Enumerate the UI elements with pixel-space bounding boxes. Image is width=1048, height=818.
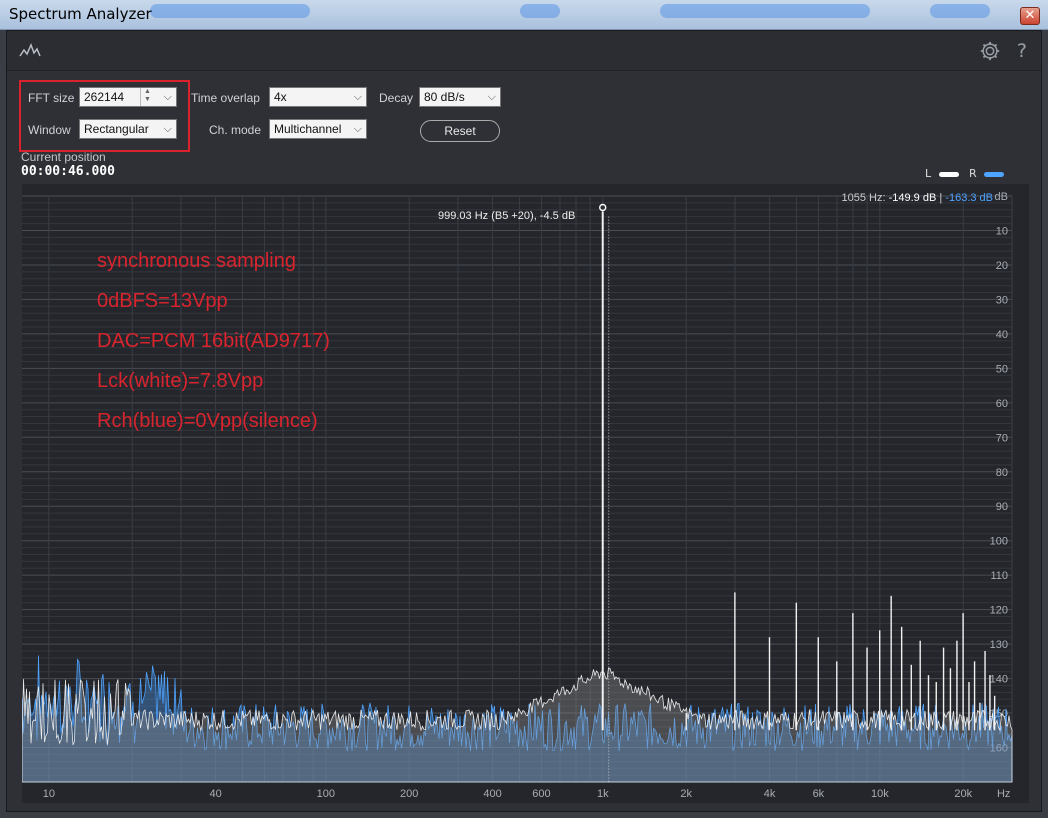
waveform-logo-icon — [19, 43, 41, 57]
x-tick-label: Hz — [997, 788, 1010, 800]
x-tick-label: 10 — [43, 788, 55, 800]
reset-button[interactable]: Reset — [420, 120, 500, 142]
y-tick-label: 40 — [996, 329, 1008, 341]
annotation-text: DAC=PCM 16bit(AD9717) — [97, 330, 330, 352]
ch-mode-select[interactable]: Multichannel ⌵ — [269, 119, 367, 139]
decay-label: Decay — [379, 91, 414, 105]
annotation-text: synchronous sampling — [97, 250, 296, 272]
readout-l-db: -149.9 dB — [888, 192, 937, 204]
titlebar-glow — [520, 4, 560, 18]
decay-select[interactable]: 80 dB/s ⌵ — [419, 87, 501, 107]
chevron-down-icon: ⌵ — [353, 123, 362, 135]
window-value: Rectangular — [84, 122, 149, 136]
y-tick-label: 90 — [996, 501, 1008, 513]
fft-size-stepper[interactable]: ▲ ▼ — [140, 88, 154, 106]
x-tick-label: 40 — [209, 788, 221, 800]
readout-sep: | — [939, 192, 943, 204]
x-tick-label: 600 — [532, 788, 550, 800]
x-tick-label: 2k — [680, 788, 692, 800]
readout-freq: 1055 Hz: — [841, 192, 886, 204]
current-position-value: 00:00:46.000 — [21, 164, 115, 179]
legend-right[interactable]: R — [969, 167, 1005, 180]
y-tick-label: 100 — [990, 536, 1008, 548]
annotation-text: Rch(blue)=0Vpp(silence) — [97, 410, 318, 432]
fft-size-select[interactable]: 262144 ▲ ▼ ⌵ — [79, 87, 177, 107]
ch-mode-label: Ch. mode — [209, 123, 262, 137]
time-overlap-value: 4x — [274, 90, 287, 104]
x-tick-label: 400 — [483, 788, 501, 800]
annotation-text: 0dBFS=13Vpp — [97, 290, 228, 312]
y-tick-label: 140 — [990, 674, 1008, 686]
window-titlebar: Spectrum Analyzer ✕ — [0, 0, 1048, 30]
y-tick-label: 70 — [996, 432, 1008, 444]
gear-icon[interactable] — [979, 40, 1001, 62]
decay-value: 80 dB/s — [424, 90, 465, 104]
legend-l-swatch — [938, 171, 959, 177]
toolbar: ? — [7, 31, 1041, 71]
y-tick-label: 50 — [996, 363, 1008, 375]
window-select[interactable]: Rectangular ⌵ — [79, 119, 177, 139]
legend-r-label: R — [969, 167, 977, 180]
x-tick-label: 100 — [317, 788, 335, 800]
help-icon[interactable]: ? — [1017, 40, 1027, 62]
y-tick-label: 60 — [996, 398, 1008, 410]
chevron-down-icon: ⌵ — [487, 91, 496, 103]
y-tick-label: 10 — [996, 225, 1008, 237]
current-position-label: Current position — [21, 150, 106, 164]
fft-size-label: FFT size — [28, 91, 75, 105]
x-tick-label: 4k — [764, 788, 776, 800]
chevron-down-icon: ⌵ — [353, 91, 362, 103]
x-tick-label: 6k — [813, 788, 825, 800]
y-tick-label: 110 — [990, 570, 1008, 582]
titlebar-glow — [660, 4, 870, 18]
x-tick-label: 20k — [954, 788, 972, 800]
fft-size-value: 262144 — [84, 90, 125, 104]
window-label: Window — [28, 123, 71, 137]
y-tick-label: 20 — [996, 260, 1008, 272]
spectrum-analyzer-panel: ? FFT size 262144 ▲ ▼ ⌵ Window Rectangula… — [6, 30, 1042, 812]
y-tick-label: 130 — [990, 639, 1008, 651]
controls-bar: FFT size 262144 ▲ ▼ ⌵ Window Rectangular … — [7, 72, 1041, 182]
chevron-down-icon: ⌵ — [163, 91, 172, 103]
titlebar-glow — [150, 4, 310, 18]
y-tick-label: 80 — [996, 467, 1008, 479]
cursor-readout: 1055 Hz: -149.9 dB | -163.3 dB — [842, 192, 993, 204]
legend-left[interactable]: L — [925, 167, 959, 180]
titlebar-glow — [930, 4, 990, 18]
y-tick-label: dB — [995, 191, 1008, 203]
x-tick-label: 200 — [400, 788, 418, 800]
time-overlap-select[interactable]: 4x ⌵ — [269, 87, 367, 107]
spectrum-plot[interactable]: dB10203040506070809010011012013014015016… — [22, 184, 1029, 803]
annotation-text: Lck(white)=7.8Vpp — [97, 370, 264, 392]
peak-label: 999.03 Hz (B5 +20), -4.5 dB — [438, 210, 576, 222]
y-tick-label: 120 — [990, 605, 1008, 617]
readout-r-db: -163.3 dB — [945, 192, 993, 204]
chevron-down-icon: ⌵ — [163, 123, 172, 135]
close-button[interactable]: ✕ — [1020, 7, 1040, 25]
spectrum-chart[interactable]: dB10203040506070809010011012013014015016… — [22, 184, 1029, 803]
window-title: Spectrum Analyzer — [9, 5, 152, 23]
legend-l-label: L — [925, 167, 932, 180]
y-tick-label: 30 — [996, 294, 1008, 306]
x-tick-label: 1k — [597, 788, 609, 800]
time-overlap-label: Time overlap — [191, 91, 260, 105]
legend-r-swatch — [984, 171, 1005, 177]
x-tick-label: 10k — [871, 788, 889, 800]
ch-mode-value: Multichannel — [274, 122, 342, 136]
